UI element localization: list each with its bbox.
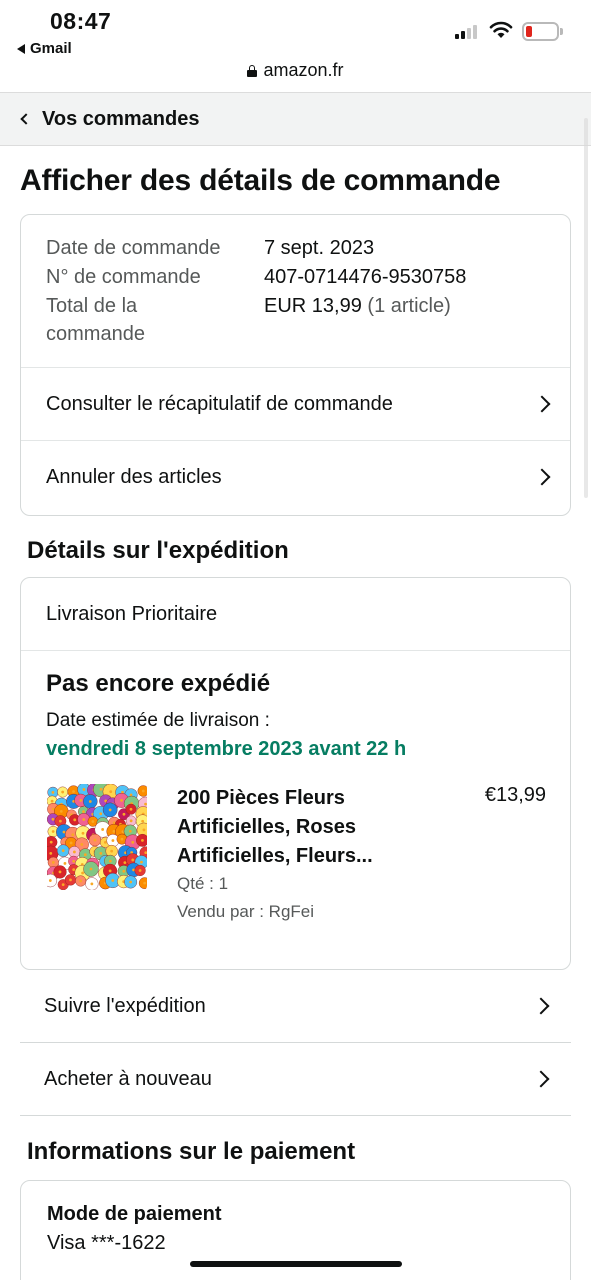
back-triangle-icon — [17, 43, 25, 54]
shipping-speed: Livraison Prioritaire — [21, 578, 570, 650]
wifi-icon — [489, 21, 513, 38]
battery-icon — [522, 22, 559, 41]
divider — [21, 650, 570, 651]
shipping-speed-label: Livraison Prioritaire — [46, 602, 218, 625]
track-package-label: Suivre l'expédition — [44, 994, 206, 1017]
order-total-value: EUR 13,99 (1 article) — [264, 292, 451, 321]
chevron-right-icon — [532, 997, 550, 1015]
delivery-estimate-label: Date estimée de livraison : — [46, 710, 270, 731]
view-order-summary-label: Consulter le récapitulatif de commande — [46, 392, 393, 415]
buy-again-button[interactable]: Acheter à nouveau — [20, 1043, 571, 1116]
order-total-label-line1: Total de la — [46, 295, 138, 317]
status-bar: 08:47 Gmail amazon.fr — [0, 0, 591, 92]
battery-nub — [560, 28, 563, 35]
chevron-left-icon — [20, 113, 32, 125]
product-seller: Vendu par : RgFei — [177, 902, 315, 921]
chevron-right-icon — [532, 1070, 550, 1088]
signal-icon — [455, 24, 477, 39]
back-to-app-link[interactable]: Gmail — [17, 40, 72, 57]
order-summary-card: Date de commande 7 sept. 2023 N° de comm… — [20, 214, 571, 516]
payment-section-title: Informations sur le paiement — [27, 1138, 356, 1165]
buy-again-label: Acheter à nouveau — [44, 1067, 212, 1090]
status-time: 08:47 — [50, 8, 112, 34]
url-text: amazon.fr — [263, 60, 344, 80]
order-number-label: N° de commande — [46, 266, 201, 288]
flower-pile-image — [47, 784, 147, 890]
chevron-right-icon — [533, 395, 551, 413]
product-quantity: Qté : 1 — [177, 874, 229, 893]
product-title-link[interactable]: 200 Pièces Fleurs Artificielles, Roses A… — [177, 784, 427, 871]
payment-method-label: Mode de paiement — [47, 1203, 222, 1225]
delivery-estimate-date: vendredi 8 septembre 2023 avant 22 h — [46, 738, 407, 760]
view-order-summary-button[interactable]: Consulter le récapitulatif de commande — [21, 368, 570, 440]
order-total-label-line2: commande — [46, 323, 145, 345]
cancel-items-button[interactable]: Annuler des articles — [21, 441, 570, 513]
shipment-status: Pas encore expédié — [46, 670, 271, 697]
product-price: €13,99 — [484, 784, 546, 806]
order-number-value: 407-0714476-9530758 — [264, 266, 467, 288]
order-date-value: 7 sept. 2023 — [264, 237, 375, 259]
chevron-right-icon — [533, 468, 551, 486]
shipment-card: Livraison Prioritaire Pas encore expédié… — [20, 577, 571, 970]
breadcrumb[interactable]: Vos commandes — [0, 92, 591, 146]
back-app-label: Gmail — [30, 40, 72, 57]
home-indicator[interactable] — [190, 1261, 402, 1267]
lock-icon — [247, 64, 258, 77]
order-date-label: Date de commande — [46, 237, 221, 259]
page-title: Afficher des détails de commande — [20, 164, 501, 197]
cancel-items-label: Annuler des articles — [46, 465, 222, 488]
address-bar[interactable]: amazon.fr — [0, 60, 591, 81]
order-total-amount: EUR 13,99 — [264, 295, 362, 317]
order-total-items: (1 article) — [367, 295, 451, 317]
shipment-section-title: Détails sur l'expédition — [27, 537, 289, 564]
scrollbar[interactable] — [584, 118, 588, 498]
product-image[interactable] — [47, 784, 147, 890]
breadcrumb-label: Vos commandes — [42, 107, 200, 130]
track-package-button[interactable]: Suivre l'expédition — [20, 970, 571, 1043]
payment-method-value: Visa ***-1622 — [47, 1232, 166, 1254]
